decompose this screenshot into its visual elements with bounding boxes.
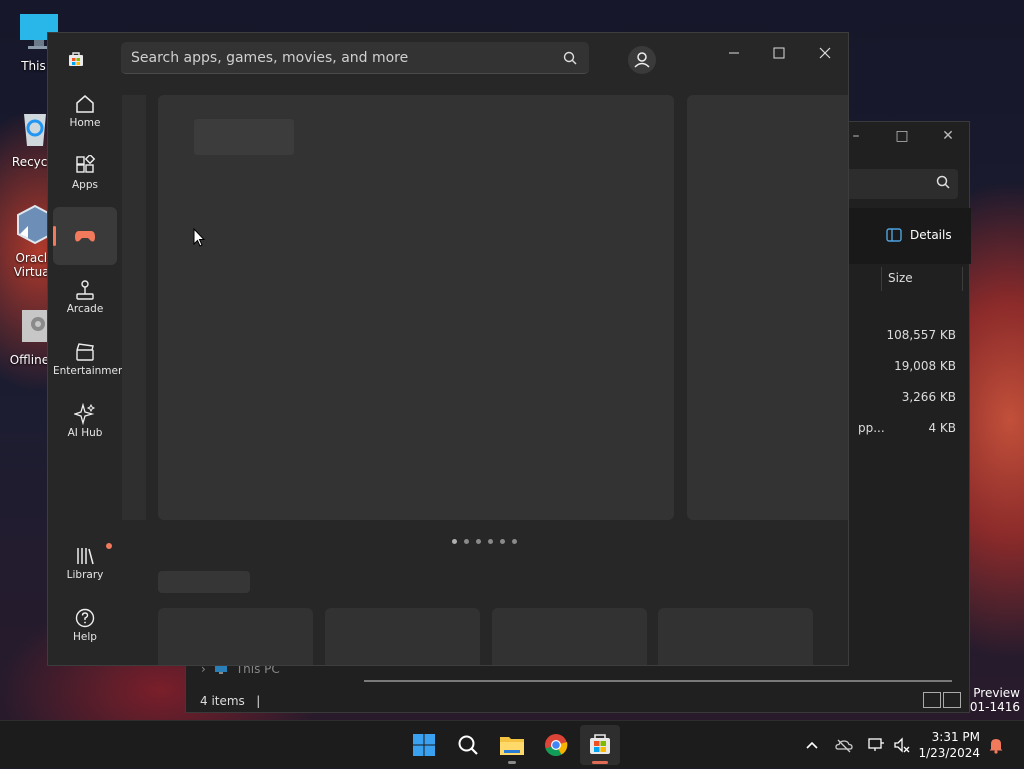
search-icon[interactable]	[563, 51, 577, 65]
loading-placeholder-section-title	[158, 571, 250, 593]
carousel-dot[interactable]	[452, 539, 457, 544]
store-search-input[interactable]: Search apps, games, movies, and more	[121, 42, 589, 74]
view-toggle[interactable]	[923, 692, 961, 708]
arcade-joystick-icon	[76, 280, 94, 300]
carousel-dot[interactable]	[464, 539, 469, 544]
sparkle-icon	[74, 403, 96, 425]
carousel-pager[interactable]	[452, 539, 517, 544]
taskbar-clock[interactable]: 3:31 PM 1/23/2024	[918, 729, 980, 761]
search-placeholder: Search apps, games, movies, and more	[131, 50, 409, 66]
details-label: Details	[910, 228, 952, 242]
taskbar-chrome[interactable]	[536, 725, 576, 765]
details-view-icon[interactable]	[923, 692, 941, 708]
clapperboard-icon	[76, 343, 94, 361]
gamepad-icon	[75, 231, 95, 242]
tiles-view-icon[interactable]	[943, 692, 961, 708]
file-explorer-icon	[500, 737, 524, 755]
volume-muted-icon[interactable]	[892, 735, 912, 755]
apps-icon	[76, 155, 96, 173]
nav-label: Help	[73, 631, 97, 643]
hero-carousel-card[interactable]	[158, 95, 674, 520]
taskbar-search-button[interactable]	[448, 725, 488, 765]
nav-label: AI Hub	[67, 427, 103, 439]
nav-label: Library	[66, 569, 104, 581]
status-separator: |	[256, 694, 261, 708]
notification-bell-icon[interactable]	[986, 735, 1006, 755]
onedrive-icon[interactable]	[834, 735, 854, 755]
file-size: 108,557 KB	[886, 328, 956, 342]
windows-start-icon	[413, 734, 435, 756]
item-count: 4 items	[200, 694, 245, 708]
file-name: pp...	[858, 421, 885, 435]
close-icon[interactable]: ✕	[928, 126, 968, 146]
running-indicator	[592, 761, 608, 764]
mouse-cursor-icon	[193, 228, 205, 247]
search-icon	[458, 735, 478, 755]
build-watermark: r Preview 901-1416	[962, 686, 1020, 714]
maximize-icon[interactable]: □	[882, 126, 922, 146]
nav-home[interactable]: Home	[53, 83, 117, 141]
home-icon	[76, 95, 94, 113]
nav-apps[interactable]: Apps	[53, 145, 117, 203]
nav-arcade[interactable]: Arcade	[53, 269, 117, 327]
nav-entertainment[interactable]: Entertainment	[53, 331, 129, 389]
loading-placeholder-card[interactable]	[325, 608, 480, 665]
taskbar-file-explorer[interactable]	[492, 725, 532, 765]
nav-label: Home	[69, 117, 101, 129]
clock-time: 3:31 PM	[931, 730, 980, 744]
microsoft-store-icon	[590, 734, 610, 754]
hero-carousel-prev-card[interactable]	[122, 95, 146, 520]
horizontal-scrollbar[interactable]	[364, 680, 952, 682]
store-content-area	[122, 83, 848, 665]
hero-carousel-next-card[interactable]	[687, 95, 848, 520]
nav-ai-hub[interactable]: AI Hub	[53, 393, 117, 451]
carousel-dot[interactable]	[500, 539, 505, 544]
account-profile-icon[interactable]	[628, 46, 656, 74]
library-icon	[77, 548, 94, 565]
column-header-size[interactable]: Size	[881, 267, 963, 291]
microsoft-store-icon	[69, 52, 83, 66]
carousel-dot[interactable]	[488, 539, 493, 544]
network-icon[interactable]	[866, 735, 886, 755]
loading-placeholder-card[interactable]	[658, 608, 813, 665]
clock-date: 1/23/2024	[918, 746, 980, 760]
maximize-icon[interactable]	[764, 43, 794, 63]
search-icon	[936, 175, 950, 189]
close-icon[interactable]	[810, 43, 840, 63]
start-button[interactable]	[404, 725, 444, 765]
file-size: 4 KB	[928, 421, 956, 435]
microsoft-store-window[interactable]: Search apps, games, movies, and more Hom…	[47, 32, 849, 666]
loading-placeholder-card[interactable]	[492, 608, 647, 665]
file-size: 19,008 KB	[894, 359, 956, 373]
help-icon	[75, 608, 95, 628]
chrome-icon	[545, 734, 568, 757]
nav-label: Arcade	[66, 303, 104, 315]
nav-help[interactable]: Help	[53, 597, 117, 655]
nav-library[interactable]: Library	[53, 535, 117, 593]
chevron-up-icon[interactable]	[802, 735, 822, 755]
notification-dot	[106, 543, 112, 549]
nav-gaming[interactable]	[53, 207, 117, 265]
nav-label: Entertainment	[53, 365, 129, 377]
running-indicator	[508, 761, 516, 764]
loading-placeholder-card[interactable]	[158, 608, 313, 665]
watermark-line-1: r Preview	[964, 686, 1020, 700]
loading-placeholder-title	[194, 119, 294, 155]
file-size: 3,266 KB	[901, 390, 956, 404]
details-pane-icon	[886, 228, 902, 242]
details-button[interactable]: Details	[886, 228, 952, 242]
carousel-dot[interactable]	[512, 539, 517, 544]
nav-label: Apps	[72, 179, 98, 191]
watermark-line-2: 901-1416	[962, 700, 1020, 714]
taskbar-microsoft-store[interactable]	[580, 725, 620, 765]
store-sidebar: Home Apps Arcade Entertainment AI Hub Li…	[48, 83, 129, 665]
status-bar: 4 items |	[200, 694, 260, 708]
title-bar[interactable]: Search apps, games, movies, and more	[48, 33, 848, 83]
minimize-icon[interactable]	[719, 43, 749, 63]
carousel-dot[interactable]	[476, 539, 481, 544]
taskbar: 3:31 PM 1/23/2024	[0, 720, 1024, 768]
